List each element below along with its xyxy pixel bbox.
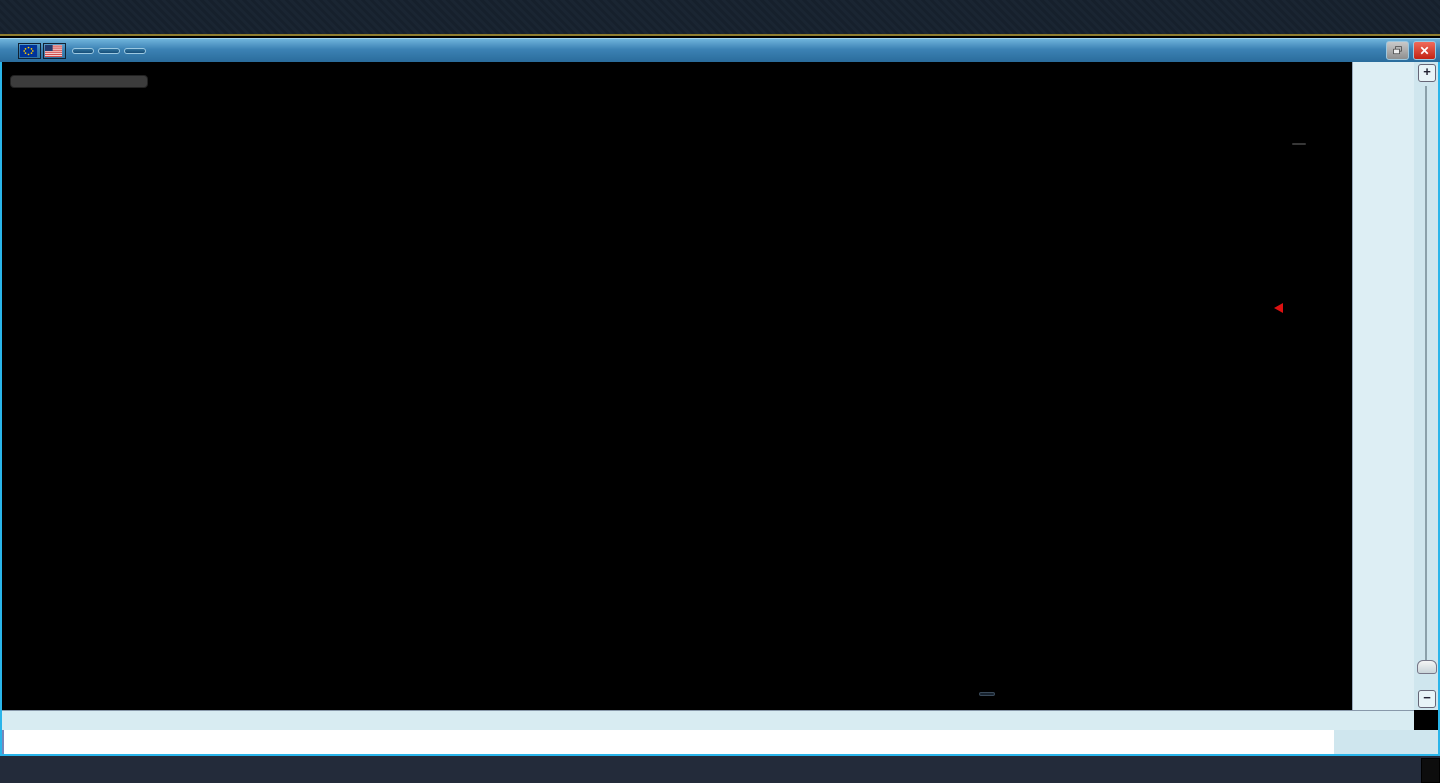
price-arrow-icon xyxy=(1274,303,1283,313)
add-chart-tab-button[interactable] xyxy=(1421,758,1440,783)
chart-window-titlebar[interactable] xyxy=(0,38,1440,62)
zoom-slider[interactable]: + − xyxy=(1414,62,1438,710)
close-window-button[interactable] xyxy=(1413,41,1436,60)
date-axis[interactable] xyxy=(2,710,1414,731)
candlestick-chart[interactable] xyxy=(2,62,1352,710)
zoom-slider-track xyxy=(1425,86,1427,666)
data-window-panel xyxy=(10,75,148,88)
high-price-label xyxy=(1292,143,1306,145)
zoom-out-button[interactable]: − xyxy=(1418,690,1436,708)
zoom-slider-handle[interactable] xyxy=(1417,660,1437,674)
zoom-in-button[interactable]: + xyxy=(1418,64,1436,82)
us-flag-icon xyxy=(43,43,66,59)
crosshair-time-label xyxy=(979,692,995,696)
chart-window: + − xyxy=(0,62,1440,756)
chart-type-button[interactable] xyxy=(124,48,146,54)
main-toolbar xyxy=(0,0,1440,36)
trading-app-window: + − xyxy=(0,0,1440,783)
timeframe-button[interactable] xyxy=(98,48,120,54)
eu-flag-icon xyxy=(18,43,41,59)
price-axis[interactable] xyxy=(1352,62,1415,710)
pair-button[interactable] xyxy=(72,48,94,54)
status-bar xyxy=(0,756,1440,783)
timeline-navigator[interactable] xyxy=(2,730,1438,754)
navigator-selection[interactable] xyxy=(2,730,4,754)
restore-window-button[interactable] xyxy=(1386,41,1409,60)
chart-canvas xyxy=(2,62,1352,710)
